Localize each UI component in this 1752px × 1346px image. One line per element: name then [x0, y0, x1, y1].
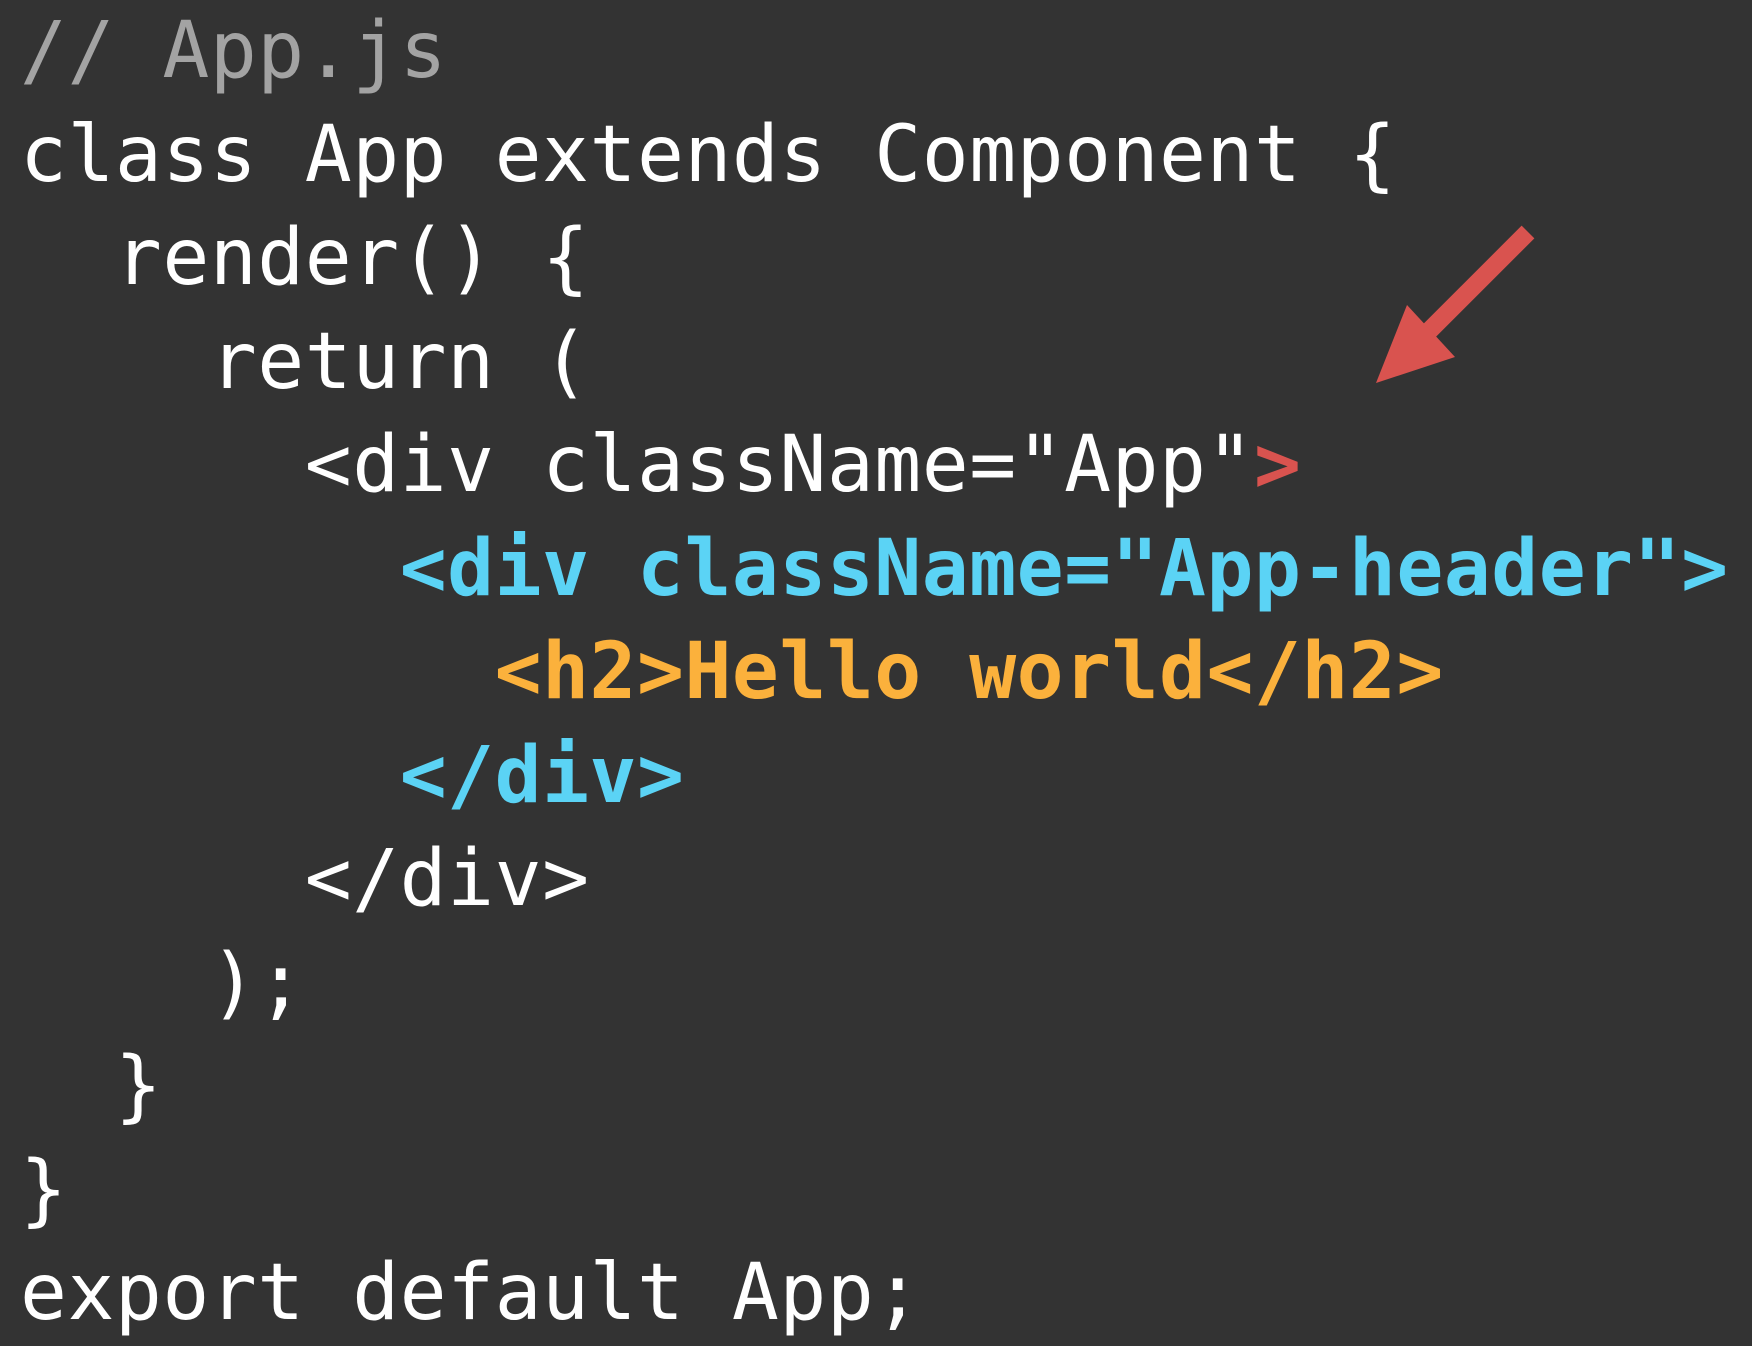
arrow-down-left-icon — [1376, 225, 1535, 383]
